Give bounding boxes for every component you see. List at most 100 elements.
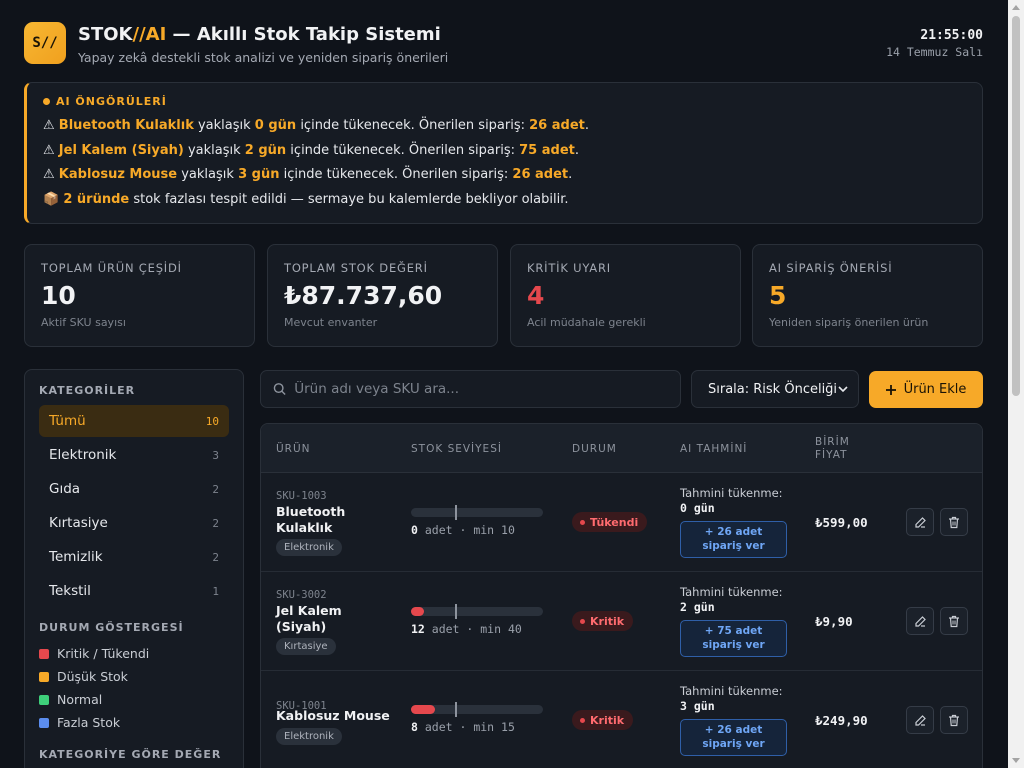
category-count: 3: [212, 448, 219, 462]
search-input[interactable]: [294, 381, 668, 397]
alert-end: .: [574, 142, 579, 158]
delete-button[interactable]: [940, 607, 968, 635]
status-dot-icon: [580, 717, 585, 723]
legend-heading: DURUM GÖSTERGESİ: [39, 621, 184, 634]
category-item[interactable]: Gıda 2: [39, 473, 229, 505]
scroll-down-icon[interactable]: [1012, 758, 1020, 763]
surplus-count: 2 üründe: [63, 191, 130, 207]
category-count: 2: [212, 482, 219, 496]
product-category-tag: Elektronik: [276, 728, 342, 745]
table-row: SKU-1003 Bluetooth Kulaklık Elektronik 0 ad…: [261, 473, 982, 572]
add-product-button[interactable]: Ürün Ekle: [869, 371, 983, 408]
stock-level-fill: [411, 705, 435, 714]
legend-swatch: [39, 648, 49, 659]
stock-unit: adet · min: [417, 720, 502, 734]
stat-value: 10: [41, 281, 76, 310]
product-sku: SKU-1003: [276, 490, 327, 502]
product-sku: SKU-3002: [276, 589, 327, 601]
product-category-tag: Elektronik: [276, 539, 342, 556]
min-level-marker: [454, 702, 457, 717]
ai-heading-text: AI ÖNGÖRÜLERİ: [56, 95, 167, 108]
status-badge: Tükendi: [572, 512, 648, 532]
alert-end: .: [584, 118, 590, 133]
reorder-button[interactable]: + 26 adet sipariş ver: [680, 521, 787, 558]
stock-count: 0: [411, 523, 418, 537]
ai-surplus-line: 📦 2 üründe stok fazlası tespit edildi — …: [43, 188, 966, 213]
legend-swatch: [39, 671, 49, 682]
date-label: 14 Temmuz Salı: [886, 45, 983, 59]
warning-icon: ⚠: [43, 142, 55, 158]
logo-text: S//: [32, 35, 58, 51]
unit-price: ₺9,90: [815, 614, 853, 629]
status-dot-icon: [580, 618, 585, 624]
reorder-action: sipariş ver: [702, 638, 765, 651]
product-category-tag: Kırtasiye: [276, 638, 336, 655]
sidebar: KATEGORİLER Tümü 10 Elektronik 3 Gıda 2 Kırtas…: [24, 369, 244, 768]
stat-subtitle: Yeniden sipariş önerilen ürün: [769, 316, 929, 329]
alert-product: Bluetooth Kulaklık: [58, 118, 194, 133]
reorder-button[interactable]: + 26 adet sipariş ver: [680, 719, 787, 756]
stat-card: AI SİPARİŞ ÖNERİSİ 5 Yeniden sipariş öneri…: [752, 244, 983, 347]
app-root: S// STOK//AI — Akıllı Stok Takip Sistemi…: [0, 0, 1008, 768]
stock-level-bar: [411, 702, 543, 717]
page-scrollbar[interactable]: [1008, 0, 1024, 768]
category-item[interactable]: Kırtasiye 2: [39, 507, 229, 539]
alert-text: yaklaşık: [193, 118, 255, 133]
legend-item: Normal: [39, 688, 229, 711]
prediction-label: Tahmini tükenme:: [680, 486, 783, 500]
ai-alert-list: ⚠ Bluetooth Kulaklık yaklaşık 0 gün için…: [43, 114, 966, 188]
category-item[interactable]: Tekstil 1: [39, 575, 229, 607]
category-count: 2: [212, 516, 219, 530]
prediction-days: 0 gün: [680, 501, 715, 515]
scroll-up-icon[interactable]: [1012, 5, 1020, 10]
ai-alert-line: ⚠ Bluetooth Kulaklık yaklaşık 0 gün için…: [43, 114, 966, 139]
alert-text: içinde tükenecek. Önerilen sipariş:: [279, 167, 513, 182]
category-count: 10: [205, 414, 219, 428]
status-dot-icon: [580, 519, 585, 525]
trash-icon: [948, 615, 960, 628]
scroll-thumb[interactable]: [1012, 16, 1020, 396]
edit-button[interactable]: [906, 706, 934, 734]
search-box[interactable]: [260, 370, 681, 408]
alert-days: 0 gün: [254, 118, 297, 133]
page-subtitle: Yapay zekâ destekli stok analizi ve yeni…: [78, 50, 449, 65]
delete-button[interactable]: [940, 706, 968, 734]
add-product-label: Ürün Ekle: [903, 382, 967, 397]
reorder-button[interactable]: + 75 adet sipariş ver: [680, 620, 787, 657]
status-badge: Kritik: [572, 710, 634, 730]
legend-label: Düşük Stok: [57, 669, 128, 684]
legend-item: Fazla Stok: [39, 711, 229, 734]
title-suffix: — Akıllı Stok Takip Sistemi: [166, 24, 441, 45]
stat-label: TOPLAM ÜRÜN ÇEŞİDİ: [41, 261, 182, 275]
category-item[interactable]: Temizlik 2: [39, 541, 229, 573]
stock-min: 15: [501, 720, 515, 734]
stat-subtitle: Aktif SKU sayısı: [41, 316, 126, 329]
stock-unit: adet · min: [417, 523, 502, 537]
legend-item: Düşük Stok: [39, 665, 229, 688]
header-price-line1: BİRİM: [815, 435, 850, 448]
stat-subtitle: Mevcut envanter: [284, 316, 378, 329]
delete-button[interactable]: [940, 508, 968, 536]
stock-level-bar: [411, 505, 543, 520]
stat-card: KRİTİK UYARI 4 Acil müdahale gerekli: [510, 244, 741, 347]
product-table: ÜRÜN STOK SEVİYESİ DURUM AI TAHMİNİ BİRİ…: [260, 423, 983, 768]
edit-button[interactable]: [906, 607, 934, 635]
edit-button[interactable]: [906, 508, 934, 536]
reorder-action: sipariş ver: [702, 737, 765, 750]
alert-text: yaklaşık: [177, 167, 239, 182]
alert-end: .: [568, 167, 573, 182]
trash-icon: [948, 516, 960, 529]
sort-select[interactable]: Sırala: Risk Önceliği: [691, 370, 859, 408]
stat-value: 5: [769, 281, 787, 310]
table-row: SKU-1001 Kablosuz Mouse Elektronik 8 adet ·…: [261, 671, 982, 768]
status-legend: Kritik / Tükendi Düşük Stok Normal Fazla St…: [39, 642, 229, 734]
stat-value: 4: [527, 281, 545, 310]
ai-alert-line: ⚠ Jel Kalem (Siyah) yaklaşık 2 gün içind…: [43, 139, 966, 164]
reorder-qty: + 26 adet: [704, 724, 763, 736]
prediction-label: Tahmini tükenme:: [680, 585, 783, 599]
category-item[interactable]: Tümü 10: [39, 405, 229, 437]
stat-card: TOPLAM STOK DEĞERİ ₺87.737,60 Mevcut envan…: [267, 244, 498, 347]
stock-min: 10: [501, 523, 515, 537]
category-item[interactable]: Elektronik 3: [39, 439, 229, 471]
stock-level-fill: [411, 607, 425, 616]
